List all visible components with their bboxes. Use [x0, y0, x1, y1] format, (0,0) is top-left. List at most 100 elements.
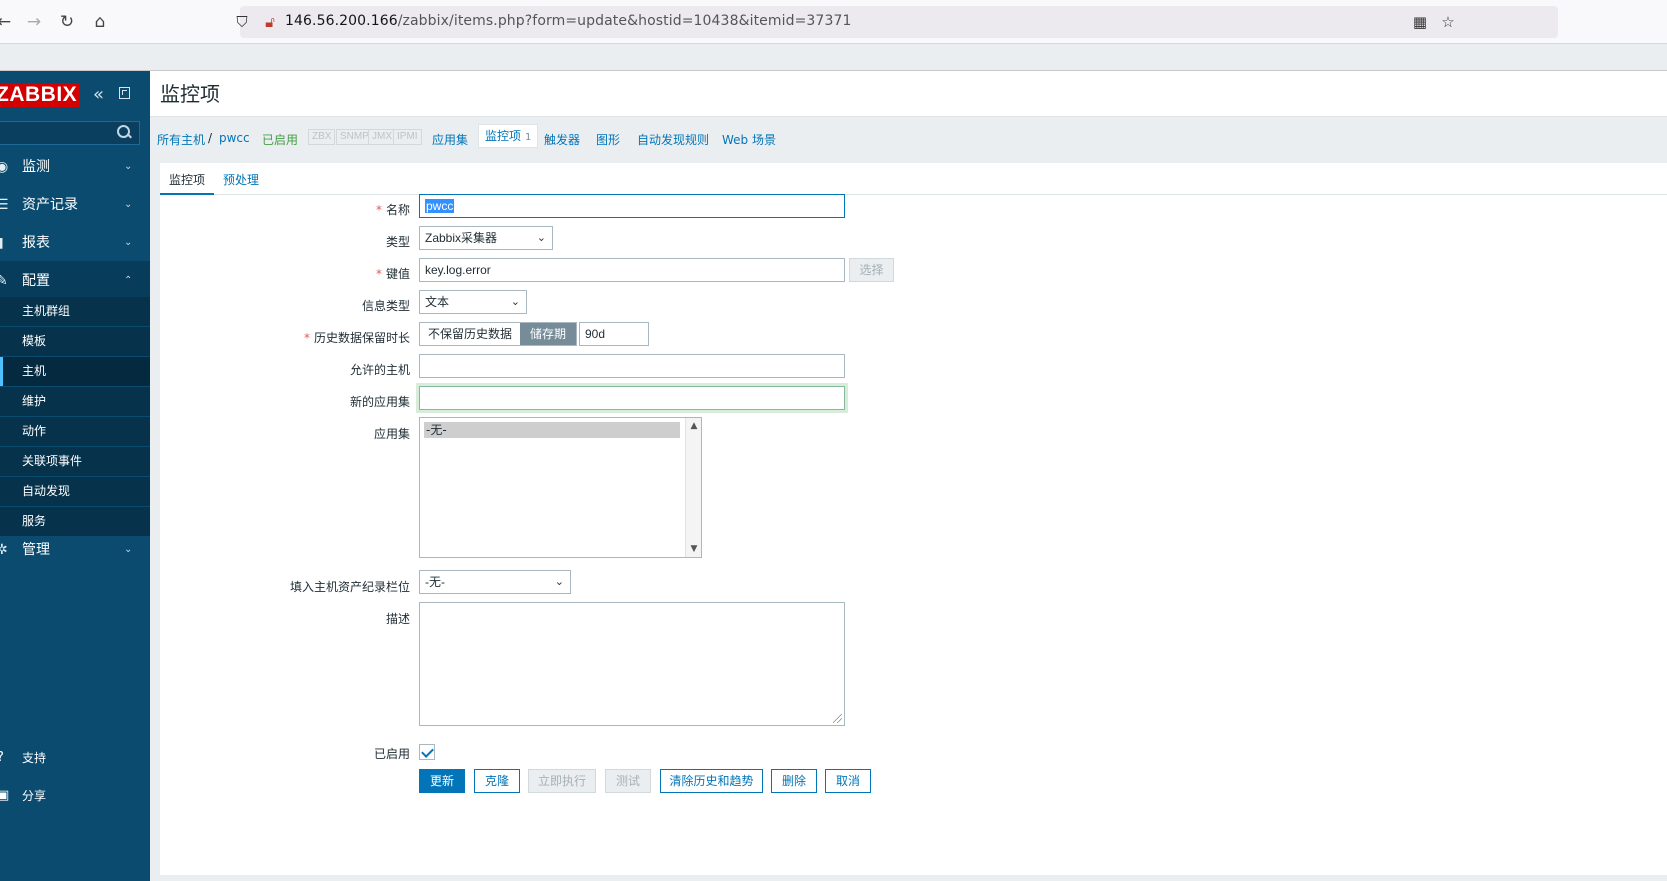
- nav-web-scenarios[interactable]: Web 场景: [722, 131, 776, 148]
- reload-icon[interactable]: ↻: [55, 10, 79, 34]
- key-label: * 键值: [376, 265, 410, 282]
- chevron-down-icon: ⌄: [124, 161, 133, 172]
- enabled-checkbox[interactable]: [419, 744, 435, 760]
- nav-items-count: 1: [525, 132, 532, 143]
- submenu-discovery[interactable]: 自动发现: [0, 477, 150, 507]
- collapse-sidebar-icon[interactable]: «: [93, 83, 104, 107]
- chevron-down-icon: ⌄: [124, 237, 133, 248]
- menu-monitoring[interactable]: ◉ 监测 ⌄: [0, 147, 150, 187]
- listbox-scrollbar[interactable]: ▲ ▼: [685, 418, 701, 557]
- cancel-button[interactable]: 取消: [825, 769, 871, 793]
- history-label: * 历史数据保留时长: [304, 329, 410, 346]
- info-type-label: 信息类型: [361, 299, 410, 313]
- zabbix-logo[interactable]: ZABBIX: [0, 83, 80, 107]
- nav-applications[interactable]: 应用集: [432, 131, 468, 148]
- history-period-input[interactable]: 90d: [579, 322, 649, 346]
- search-icon[interactable]: [117, 125, 131, 139]
- update-button[interactable]: 更新: [419, 769, 465, 793]
- allowed-hosts-input[interactable]: [419, 354, 845, 378]
- home-icon[interactable]: ⌂: [88, 10, 112, 34]
- shield-icon[interactable]: ⛉: [232, 12, 252, 32]
- name-label-text: 名称: [385, 203, 410, 217]
- host-status-enabled[interactable]: 已启用: [262, 131, 298, 148]
- back-arrow-icon[interactable]: ←: [0, 10, 16, 34]
- info-type-select-value: 文本: [425, 295, 450, 309]
- applications-listbox[interactable]: -无- ▲ ▼: [419, 417, 702, 558]
- chevron-down-icon[interactable]: ▼: [686, 541, 702, 557]
- required-mark: *: [303, 331, 310, 345]
- availability-ipmi: IPMI: [393, 129, 422, 145]
- chevron-up-icon[interactable]: ▲: [686, 418, 702, 434]
- insecure-lock-icon[interactable]: 🔓︎: [260, 12, 280, 32]
- breadcrumb-all-hosts[interactable]: 所有主机: [157, 131, 205, 148]
- submenu-actions[interactable]: 动作: [0, 417, 150, 447]
- menu-share-label: 分享: [22, 789, 47, 803]
- submenu-hosts[interactable]: 主机: [0, 357, 150, 387]
- clone-button[interactable]: 克隆: [474, 769, 520, 793]
- list-icon: ☰: [0, 197, 9, 213]
- menu-support[interactable]: ? 支持: [0, 743, 150, 773]
- new-application-input[interactable]: [419, 386, 845, 410]
- inventory-select[interactable]: -无- ⌄: [419, 570, 571, 594]
- submenu-host-groups[interactable]: 主机群组: [0, 297, 150, 327]
- menu-inventory[interactable]: ☰ 资产记录 ⌄: [0, 185, 150, 225]
- nav-items[interactable]: 监控项 1: [478, 124, 539, 148]
- sidebar: ZABBIX « ◉ 监测 ⌄ ☰ 资产记录 ⌄ ▮ 报表 ⌄ ✎ 配置 ⌃ 主…: [0, 71, 150, 881]
- key-label-text: 键值: [385, 267, 410, 281]
- chevron-up-icon: ⌃: [124, 275, 133, 286]
- delete-button[interactable]: 删除: [771, 769, 817, 793]
- key-input[interactable]: key.log.error: [419, 258, 845, 282]
- type-label: 类型: [385, 235, 410, 249]
- forward-arrow-icon[interactable]: →: [22, 10, 46, 34]
- nav-graphs[interactable]: 图形: [596, 131, 620, 148]
- share-icon: ▣: [0, 788, 10, 803]
- chevron-down-icon: ⌄: [510, 296, 520, 308]
- execute-now-button[interactable]: 立即执行: [528, 769, 596, 793]
- tab-preprocessing[interactable]: 预处理: [214, 171, 268, 195]
- star-icon[interactable]: ☆: [1438, 12, 1458, 32]
- chevron-down-icon: ⌄: [554, 576, 564, 588]
- item-form: 监控项 预处理 * 名称 pwcc 类型 Zabbix采集器 ⌄ * 键值 key.l…: [160, 163, 1667, 875]
- menu-configuration-label: 配置: [22, 273, 50, 289]
- nav-triggers[interactable]: 触发器: [544, 131, 580, 148]
- clear-history-button[interactable]: 清除历史和趋势: [660, 769, 763, 793]
- history-mode-toggle: 不保留历史数据 储存期: [419, 322, 577, 346]
- url-text[interactable]: 146.56.200.166/zabbix/items.php?form=upd…: [285, 13, 851, 29]
- menu-support-label: 支持: [22, 751, 47, 765]
- address-bar[interactable]: ⛉ 🔓︎ 146.56.200.166/zabbix/items.php?for…: [236, 6, 1558, 38]
- url-host: 146.56.200.166: [285, 13, 398, 29]
- tab-item[interactable]: 监控项: [160, 171, 215, 195]
- info-type-select[interactable]: 文本 ⌄: [419, 290, 527, 314]
- name-input[interactable]: pwcc: [419, 194, 845, 218]
- submenu-templates[interactable]: 模板: [0, 327, 150, 357]
- history-label-text: 历史数据保留时长: [313, 331, 410, 345]
- history-do-not-keep-option[interactable]: 不保留历史数据: [420, 323, 520, 345]
- kiosk-mode-icon[interactable]: [119, 87, 130, 99]
- allowed-hosts-label: 允许的主机: [349, 363, 410, 377]
- menu-reports[interactable]: ▮ 报表 ⌄: [0, 223, 150, 263]
- required-mark: *: [375, 203, 382, 217]
- page-title: 监控项: [160, 82, 220, 106]
- qr-code-icon[interactable]: ▦: [1410, 12, 1430, 32]
- submenu-event-correlation[interactable]: 关联项事件: [0, 447, 150, 477]
- menu-configuration[interactable]: ✎ 配置 ⌃: [0, 261, 150, 301]
- breadcrumb-host[interactable]: pwcc: [219, 131, 250, 145]
- availability-zbx: ZBX: [308, 129, 336, 145]
- inventory-select-value: -无-: [425, 575, 445, 589]
- menu-inventory-label: 资产记录: [22, 197, 78, 213]
- key-select-button[interactable]: 选择: [849, 258, 894, 282]
- type-select[interactable]: Zabbix采集器 ⌄: [419, 226, 553, 250]
- nav-discovery-rules[interactable]: 自动发现规则: [637, 131, 709, 148]
- sidebar-search-input[interactable]: [0, 121, 140, 145]
- history-storage-period-option[interactable]: 储存期: [520, 323, 576, 345]
- test-button[interactable]: 测试: [605, 769, 651, 793]
- resize-handle-icon[interactable]: [833, 714, 842, 723]
- description-textarea[interactable]: [419, 602, 845, 726]
- menu-administration[interactable]: ✲ 管理 ⌄: [0, 530, 150, 570]
- nav-items-label: 监控项: [485, 129, 522, 143]
- main-content: 监控项 所有主机 / pwcc 已启用 ZBX SNMP JMX IPMI 应用…: [150, 71, 1667, 881]
- submenu-maintenance[interactable]: 维护: [0, 387, 150, 417]
- description-label: 描述: [385, 612, 410, 626]
- menu-share[interactable]: ▣ 分享: [0, 781, 150, 811]
- applications-option-none[interactable]: -无-: [424, 422, 680, 438]
